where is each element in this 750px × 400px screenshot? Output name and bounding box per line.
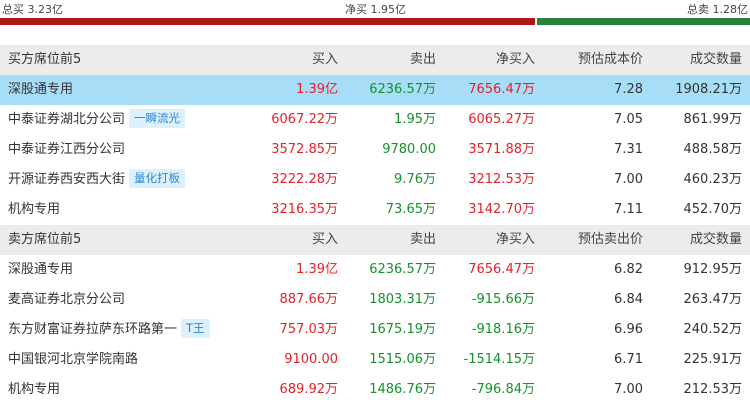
table-row[interactable]: 机构专用 689.92万 1486.76万 -796.84万 7.00 212.… [0,375,750,400]
net-amount: 3571.88万 [468,142,535,157]
sell-table-header: 卖方席位前5 买入 卖出 净买入 预估卖出价 成交数量 [0,225,750,255]
net-amount: -918.16万 [471,322,535,337]
summary-bar: 总买 3.23亿 净买 1.95亿 总卖 1.28亿 [0,0,750,17]
buy-amount: 6067.22万 [271,112,338,127]
est-price: 6.82 [614,262,643,277]
volume: 240.52万 [683,322,743,337]
table-row[interactable]: 机构专用 3216.35万 73.65万 3142.70万 7.11 452.7… [0,195,750,225]
net-amount: 7656.47万 [468,262,535,277]
net-amount: 3212.53万 [468,172,535,187]
sell-amount: 6236.57万 [369,262,436,277]
buy-seats-table: 买方席位前5 买入 卖出 净买入 预估成本价 成交数量 深股通专用 1.39亿 … [0,45,750,225]
volume: 263.47万 [683,292,743,307]
table-row[interactable]: 开源证券西安西大街 量化打板 3222.28万 9.76万 3212.53万 7.… [0,165,750,195]
sell-ratio-bar [537,18,750,25]
net-amount: 7656.47万 [468,82,535,97]
volume: 225.91万 [683,352,743,367]
sell-amount: 73.65万 [385,202,436,217]
header-price: 预估卖出价 [577,232,643,247]
seat-name[interactable]: 东方财富证券拉萨东环路第一 [8,322,177,337]
header-seat: 卖方席位前5 [8,232,82,247]
net-amount: -1514.15万 [463,352,535,367]
header-seat: 买方席位前5 [8,52,82,67]
header-buy: 买入 [311,232,338,247]
volume: 488.58万 [683,142,743,157]
buy-amount: 3222.28万 [271,172,338,187]
table-row[interactable]: 深股通专用 1.39亿 6236.57万 7656.47万 7.28 1908.… [0,75,750,105]
seat-name-cell: 中泰证券湖北分公司 一瞬流光 [8,105,186,135]
header-sell: 卖出 [409,232,436,247]
buy-amount: 3572.85万 [271,142,338,157]
buy-amount: 9100.00 [284,352,338,367]
est-price: 7.11 [614,202,643,217]
buy-amount: 689.92万 [279,382,339,397]
header-buy: 买入 [311,52,338,67]
table-row[interactable]: 中泰证券湖北分公司 一瞬流光 6067.22万 1.95万 6065.27万 7.… [0,105,750,135]
buy-amount: 3216.35万 [271,202,338,217]
buy-table-header: 买方席位前5 买入 卖出 净买入 预估成本价 成交数量 [0,45,750,75]
volume: 452.70万 [683,202,743,217]
table-row[interactable]: 中泰证券江西分公司 3572.85万 9780.00 3571.88万 7.31… [0,135,750,165]
est-price: 6.84 [614,292,643,307]
volume: 912.95万 [683,262,743,277]
est-price: 7.00 [614,382,643,397]
header-price: 预估成本价 [577,52,643,67]
sell-amount: 1803.31万 [369,292,436,307]
est-price: 7.31 [614,142,643,157]
sell-amount: 1515.06万 [369,352,436,367]
volume: 212.53万 [683,382,743,397]
trader-tag[interactable]: 一瞬流光 [129,109,186,128]
header-volume: 成交数量 [689,232,742,247]
seat-name[interactable]: 麦高证券北京分公司 [8,285,125,315]
buy-ratio-bar [0,18,535,25]
seat-name[interactable]: 中泰证券湖北分公司 [8,112,125,127]
buy-amount: 1.39亿 [296,82,338,97]
est-price: 7.00 [614,172,643,187]
table-row[interactable]: 深股通专用 1.39亿 6236.57万 7656.47万 6.82 912.9… [0,255,750,285]
trader-tag[interactable]: 量化打板 [129,169,186,188]
header-sell: 卖出 [409,52,436,67]
sell-amount: 6236.57万 [369,82,436,97]
seat-name[interactable]: 机构专用 [8,375,60,400]
volume: 1908.21万 [675,82,742,97]
buy-amount: 1.39亿 [296,262,338,277]
table-row[interactable]: 麦高证券北京分公司 887.66万 1803.31万 -915.66万 6.84… [0,285,750,315]
volume: 861.99万 [683,112,743,127]
header-volume: 成交数量 [689,52,742,67]
sell-amount: 9.76万 [394,172,436,187]
est-price: 6.71 [614,352,643,367]
seat-name[interactable]: 中泰证券江西分公司 [8,135,125,165]
sell-amount: 9780.00 [382,142,436,157]
sell-seats-table: 卖方席位前5 买入 卖出 净买入 预估卖出价 成交数量 深股通专用 1.39亿 … [0,225,750,400]
seat-name[interactable]: 深股通专用 [8,75,73,105]
header-net: 净买入 [495,52,535,67]
header-net: 净买入 [495,232,535,247]
seat-name-cell: 开源证券西安西大街 量化打板 [8,165,186,195]
seat-name[interactable]: 机构专用 [8,195,60,225]
net-amount: -915.66万 [471,292,535,307]
seat-name[interactable]: 深股通专用 [8,255,73,285]
seat-name-cell: 东方财富证券拉萨东环路第一 T王 [8,315,210,345]
trader-tag[interactable]: T王 [181,319,210,338]
table-row[interactable]: 中国银河北京学院南路 9100.00 1515.06万 -1514.15万 6.… [0,345,750,375]
seat-name[interactable]: 开源证券西安西大街 [8,172,125,187]
est-price: 6.96 [614,322,643,337]
total-sell-label: 总卖 1.28亿 [687,3,748,16]
buy-amount: 887.66万 [279,292,339,307]
buy-amount: 757.03万 [279,322,339,337]
seat-name[interactable]: 中国银河北京学院南路 [8,345,138,375]
net-amount: -796.84万 [471,382,535,397]
sell-amount: 1.95万 [394,112,436,127]
sell-amount: 1675.19万 [369,322,436,337]
net-amount: 6065.27万 [468,112,535,127]
est-price: 7.05 [614,112,643,127]
sell-amount: 1486.76万 [369,382,436,397]
total-buy-label: 总买 3.23亿 [2,3,63,16]
volume: 460.23万 [683,172,743,187]
table-row[interactable]: 东方财富证券拉萨东环路第一 T王 757.03万 1675.19万 -918.16… [0,315,750,345]
est-price: 7.28 [614,82,643,97]
net-amount: 3142.70万 [468,202,535,217]
net-buy-label: 净买 1.95亿 [345,3,406,16]
